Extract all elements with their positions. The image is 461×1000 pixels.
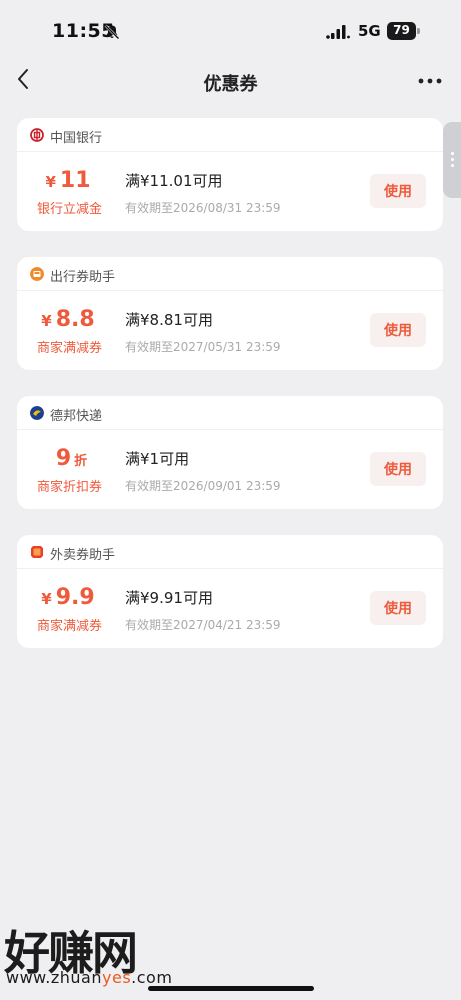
coupon-expiry: 有效期至2026/08/31 23:59 xyxy=(125,201,281,215)
coupon-card: 外卖券助手 ¥9.9 商家满减券 满¥9.91可用 有效期至2027/04/21… xyxy=(17,535,443,648)
coupon-condition: 满¥1可用 xyxy=(125,450,190,468)
coupon-amount: ¥8.8 xyxy=(41,307,95,332)
coupon-type: 商家满减券 xyxy=(36,619,102,634)
travel-coupon-logo-icon xyxy=(30,267,44,281)
page-title: 优惠券 xyxy=(203,74,258,95)
coupon-condition: 满¥9.91可用 xyxy=(125,589,213,607)
network-type: 5G xyxy=(358,22,381,40)
use-button[interactable]: 使用 xyxy=(370,313,426,347)
battery-icon: 79 xyxy=(387,22,420,40)
use-button[interactable]: 使用 xyxy=(370,452,426,486)
coupon-type: 商家折扣券 xyxy=(36,480,102,495)
coupon-card: 德邦快递 9折 商家折扣券 满¥1可用 有效期至2026/09/01 23:59… xyxy=(17,396,443,509)
coupon-amount: ¥9.9 xyxy=(41,585,95,610)
watermark: 好赚网 www.zhuanyes.com xyxy=(0,915,200,990)
bank-of-china-logo-icon xyxy=(30,128,44,142)
coupon-condition: 满¥8.81可用 xyxy=(125,311,213,329)
home-indicator[interactable] xyxy=(148,986,314,991)
coupon-amount: 9折 xyxy=(55,446,88,471)
use-button[interactable]: 使用 xyxy=(370,591,426,625)
coupon-expiry: 有效期至2027/05/31 23:59 xyxy=(125,340,281,354)
nav-bar: 优惠券 xyxy=(0,62,461,102)
more-icon[interactable] xyxy=(418,78,442,84)
takeout-coupon-logo-icon xyxy=(31,546,43,558)
coupon-type: 商家满减券 xyxy=(36,341,102,356)
coupon-header: 出行券助手 xyxy=(17,257,443,291)
merchant-name: 出行券助手 xyxy=(50,270,116,285)
coupon-header: 外卖券助手 xyxy=(17,535,443,569)
merchant-name: 德邦快递 xyxy=(50,409,103,424)
merchant-name: 外卖券助手 xyxy=(50,548,116,563)
battery-level: 79 xyxy=(393,23,410,37)
deppon-logo-icon xyxy=(30,406,44,420)
coupon-expiry: 有效期至2026/09/01 23:59 xyxy=(125,479,281,493)
signal-icon xyxy=(326,25,350,39)
coupon-expiry: 有效期至2027/04/21 23:59 xyxy=(125,618,281,632)
coupon-list: 中国银行 ¥11 银行立减金 满¥11.01可用 有效期至2026/08/31 … xyxy=(17,118,443,674)
coupon-card: 出行券助手 ¥8.8 商家满减券 满¥8.81可用 有效期至2027/05/31… xyxy=(17,257,443,370)
coupon-header: 中国银行 xyxy=(17,118,443,152)
coupon-amount: ¥11 xyxy=(45,168,91,193)
side-drawer-handle[interactable] xyxy=(443,122,461,198)
use-button[interactable]: 使用 xyxy=(370,174,426,208)
watermark-url: www.zhuanyes.com xyxy=(6,968,173,987)
coupon-card: 中国银行 ¥11 银行立减金 满¥11.01可用 有效期至2026/08/31 … xyxy=(17,118,443,231)
coupon-header: 德邦快递 xyxy=(17,396,443,430)
merchant-name: 中国银行 xyxy=(50,131,103,146)
coupon-condition: 满¥11.01可用 xyxy=(125,172,223,190)
bell-slash-icon xyxy=(104,24,120,40)
status-bar: 11:55 5G 79 xyxy=(0,0,461,62)
coupon-type: 银行立减金 xyxy=(36,202,102,217)
